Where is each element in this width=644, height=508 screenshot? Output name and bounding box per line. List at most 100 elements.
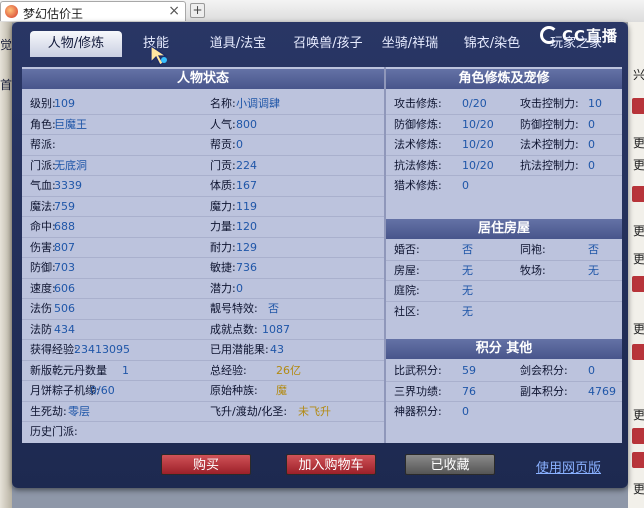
points-label: 副本积分: xyxy=(520,384,568,398)
row-divider xyxy=(386,401,622,402)
close-tab-icon[interactable]: × xyxy=(168,3,180,19)
status-field-value: 224 xyxy=(236,158,257,172)
cultivation-label: 猎术修炼: xyxy=(394,179,442,192)
points-value: 4769 xyxy=(588,384,616,398)
background-text: 更 xyxy=(633,224,644,238)
background-page-left: 觉 首 xyxy=(0,22,12,508)
cultivation-label: 攻击控制力: xyxy=(520,97,579,110)
status-field-label: 法防 xyxy=(30,322,52,336)
row-divider xyxy=(22,113,384,115)
cultivation-label: 抗法控制力: xyxy=(520,158,579,172)
row-divider xyxy=(22,380,384,381)
tab-outfits-dye[interactable]: 锦衣/染色 xyxy=(454,31,530,57)
cultivation-label: 攻击修炼: xyxy=(394,97,442,110)
row-divider xyxy=(22,298,384,299)
points-value: 76 xyxy=(462,384,476,398)
points-value: 0 xyxy=(588,364,595,377)
use-web-version-link[interactable]: 使用网页版 xyxy=(536,457,601,476)
browser-tab-bar: 梦幻估价王 × + xyxy=(0,0,644,23)
status-field-value: 43 xyxy=(270,343,284,356)
background-text: 首 xyxy=(0,78,13,92)
cultivation-value: 10/20 xyxy=(462,138,494,151)
cultivation-label: 法术控制力: xyxy=(520,138,579,151)
status-field-value: 1087 xyxy=(262,322,290,336)
cultivation-value: 0 xyxy=(588,158,595,172)
status-field-label: 获得经验: xyxy=(30,343,78,356)
status-field-label: 门派: xyxy=(30,158,56,172)
background-red-tag xyxy=(632,186,644,202)
status-field-label: 魔力: xyxy=(210,199,236,213)
housing-label: 牧场: xyxy=(520,263,546,277)
buy-button[interactable]: 购买 xyxy=(161,454,251,475)
row-divider xyxy=(386,259,622,261)
row-divider xyxy=(386,113,622,115)
row-divider xyxy=(22,318,384,320)
status-field-label: 靓号特效: xyxy=(210,302,258,315)
background-text: 更 xyxy=(633,158,644,172)
cultivation-label: 法术修炼: xyxy=(394,138,442,151)
status-field-label: 魔法: xyxy=(30,199,56,213)
tab-items-treasures[interactable]: 道具/法宝 xyxy=(198,31,278,57)
housing-label: 社区: xyxy=(394,304,420,318)
housing-label: 房屋: xyxy=(394,263,420,277)
cultivation-panel-title: 角色修炼及宠修 xyxy=(386,69,622,89)
status-field-value: 0 xyxy=(236,138,243,151)
row-divider xyxy=(386,380,622,382)
status-field-label: 帮贡: xyxy=(210,138,236,151)
background-text: 更 xyxy=(633,408,644,422)
status-field-value: 120 xyxy=(236,220,257,233)
status-field-value: 506 xyxy=(54,302,75,315)
row-divider xyxy=(22,277,384,279)
background-red-tag xyxy=(632,98,644,114)
panel-divider xyxy=(384,67,386,443)
status-field-label: 飞升/渡劫/化圣: xyxy=(210,404,288,418)
tab-player-home[interactable]: 玩家之家 xyxy=(538,31,614,57)
cultivation-label: 防御控制力: xyxy=(520,117,579,131)
status-field-label: 原始种族: xyxy=(210,384,258,397)
points-label: 三界功绩: xyxy=(394,384,442,398)
status-field-value: 800 xyxy=(236,117,257,131)
status-field-value: 109 xyxy=(54,97,75,110)
browser-tab[interactable]: 梦幻估价王 × xyxy=(0,1,186,21)
status-field-label: 防御: xyxy=(30,261,56,274)
tab-character-cultivation[interactable]: 人物/修炼 xyxy=(30,31,122,57)
status-field-value: 1 xyxy=(122,363,129,377)
new-tab-button[interactable]: + xyxy=(190,3,205,18)
status-field-label: 帮派: xyxy=(30,138,56,151)
status-field-label: 力量: xyxy=(210,220,236,233)
status-field-label: 新版乾元丹数量 xyxy=(30,363,107,377)
background-text: 更 xyxy=(633,482,644,496)
status-field-value: 巨魔王 xyxy=(54,117,87,131)
row-divider xyxy=(22,339,384,340)
status-field-value: 23413095 xyxy=(74,343,130,356)
status-field-value: 167 xyxy=(236,179,257,192)
background-red-tag xyxy=(632,276,644,292)
housing-value: 否 xyxy=(588,243,599,256)
browser-tab-title: 梦幻估价王 xyxy=(23,7,84,21)
status-field-label: 潜力: xyxy=(210,281,236,295)
status-field-label: 生死劫: xyxy=(30,404,67,418)
cultivation-value: 0/20 xyxy=(462,97,487,110)
row-divider xyxy=(22,154,384,156)
dialog-tab-bar: 人物/修炼 技能 道具/法宝 召唤兽/孩子 坐骑/祥瑞 锦衣/染色 玩家之家 xyxy=(22,31,622,57)
row-divider xyxy=(22,257,384,258)
add-to-cart-button[interactable]: 加入购物车 xyxy=(286,454,376,475)
housing-value: 无 xyxy=(462,263,473,277)
collected-button[interactable]: 已收藏 xyxy=(405,454,495,475)
tab-pets-children[interactable]: 召唤兽/孩子 xyxy=(282,31,374,57)
status-field-value: 703 xyxy=(54,261,75,274)
status-field-label: 耐力: xyxy=(210,240,236,254)
row-divider xyxy=(386,280,622,281)
status-field-value: 零层 xyxy=(68,404,90,418)
tab-mounts[interactable]: 坐骑/祥瑞 xyxy=(372,31,448,57)
background-text: 更 xyxy=(633,322,644,336)
cultivation-value: 10/20 xyxy=(462,117,494,131)
status-field-label: 气血: xyxy=(30,179,56,192)
status-field-value: 0 xyxy=(236,281,243,295)
status-field-label: 体质: xyxy=(210,179,236,192)
status-field-value: 0/60 xyxy=(90,384,115,397)
row-divider xyxy=(22,236,384,238)
housing-label: 庭院: xyxy=(394,284,420,297)
status-panel-title: 人物状态 xyxy=(22,69,384,89)
status-field-label: 伤害: xyxy=(30,240,56,254)
